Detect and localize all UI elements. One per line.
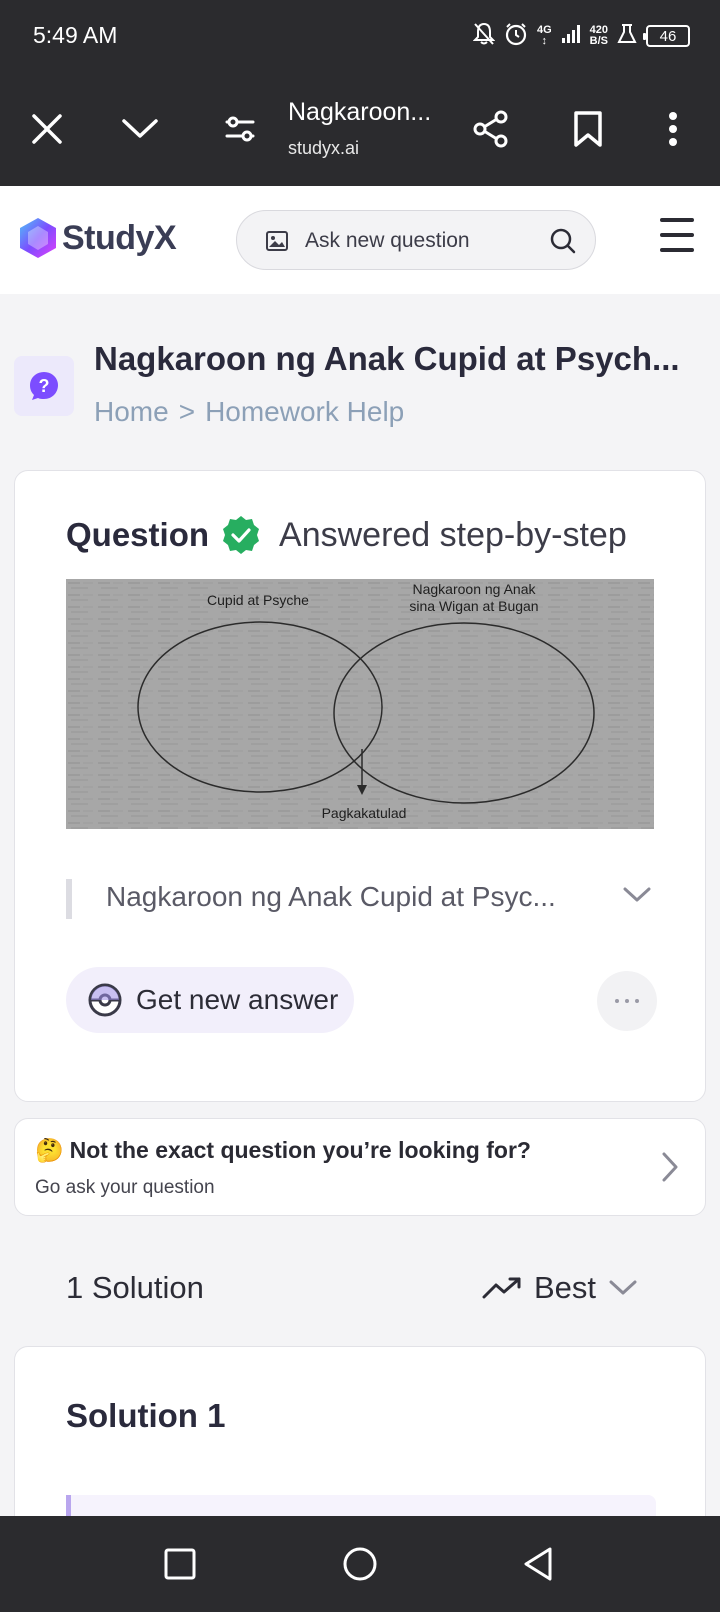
search-icon: [550, 228, 576, 254]
ask-question-card[interactable]: 🤔 Not the exact question you’re looking …: [14, 1118, 706, 1216]
ask-question-title: Not the exact question you’re looking fo…: [69, 1137, 531, 1163]
status-time: 5:49 AM: [33, 22, 118, 48]
question-bubble-icon: ?: [30, 372, 58, 400]
studyx-logo[interactable]: StudyX: [18, 216, 177, 260]
alarm-icon: [504, 22, 528, 51]
image-label-left: Cupid at Psyche: [207, 592, 309, 608]
hamburger-line: [660, 248, 694, 252]
collapse-button[interactable]: [115, 104, 165, 154]
bookmark-button[interactable]: [563, 104, 613, 154]
ask-question-subtitle: Go ask your question: [35, 1177, 215, 1198]
more-vertical-icon: [669, 112, 677, 146]
question-heading: Question Answered step-by-step: [66, 515, 627, 555]
more-options-button[interactable]: [648, 104, 698, 154]
circle-icon: [343, 1547, 377, 1581]
system-nav-bar: [0, 1516, 720, 1612]
share-button[interactable]: [466, 104, 516, 154]
close-icon: [32, 114, 62, 144]
breadcrumb: Home > Homework Help: [94, 396, 404, 428]
question-text-toggle[interactable]: Nagkaroon ng Anak Cupid at Psyc...: [66, 879, 656, 919]
dot: [615, 999, 619, 1003]
page-settings-button[interactable]: [215, 104, 265, 154]
flask-icon: [617, 23, 637, 50]
hamburger-line: [660, 233, 694, 237]
search-placeholder: Ask new question: [305, 229, 470, 252]
chevron-down-icon: [609, 1280, 637, 1295]
chevron-down-icon: [122, 119, 158, 138]
logo-text: StudyX: [62, 218, 177, 257]
verified-badge-icon: [223, 516, 260, 554]
image-upload-icon: [266, 231, 288, 251]
get-new-answer-button[interactable]: Get new answer: [66, 967, 354, 1033]
trending-up-icon: [482, 1277, 521, 1299]
question-card: Question Answered step-by-step Cupid at …: [14, 470, 706, 1102]
status-bar: 5:49 AM 4G ↕ 420 B/S 46: [0, 0, 720, 72]
battery-indicator: 46: [643, 25, 690, 47]
status-icons: 4G ↕ 420 B/S 46: [472, 20, 690, 52]
browser-page-title: Nagkaroon...: [288, 98, 432, 126]
sort-label: Best: [533, 1270, 596, 1305]
image-label-right-1: Nagkaroon ng Anak: [413, 581, 537, 597]
ask-question-title-row: 🤔 Not the exact question you’re looking …: [35, 1137, 531, 1164]
breadcrumb-home[interactable]: Home: [94, 396, 169, 428]
mute-bell-icon: [472, 22, 496, 51]
close-button[interactable]: [22, 104, 72, 154]
browser-url[interactable]: studyx.ai: [288, 138, 359, 159]
ai-orb-icon: [88, 983, 122, 1017]
chevron-down-icon: [623, 887, 651, 902]
chevron-right-icon: [662, 1152, 678, 1182]
menu-button[interactable]: [660, 218, 694, 258]
share-icon: [473, 110, 508, 148]
back-button[interactable]: [518, 1544, 558, 1584]
question-label: Question: [66, 516, 210, 553]
signal-icon: [561, 24, 581, 49]
sort-dropdown[interactable]: Best: [482, 1270, 638, 1306]
tune-icon: [225, 116, 255, 142]
solution-count: 1 Solution: [66, 1270, 204, 1305]
solution-title: Solution 1: [66, 1397, 226, 1434]
get-new-answer-label: Get new answer: [136, 984, 339, 1015]
site-header: StudyX Ask new question: [0, 186, 720, 294]
question-status: Answered step-by-step: [279, 515, 627, 554]
question-text-preview: Nagkaroon ng Anak Cupid at Psyc...: [106, 881, 556, 912]
square-icon: [164, 1548, 196, 1580]
breadcrumb-homework-help[interactable]: Homework Help: [205, 396, 404, 428]
question-badge: ?: [14, 356, 74, 416]
net-speed: 420 B/S: [589, 24, 608, 47]
page-title: Nagkaroon ng Anak Cupid at Psych...: [94, 340, 680, 377]
bookmark-icon: [574, 111, 602, 147]
question-more-button[interactable]: [597, 971, 657, 1031]
studyx-logo-icon: [20, 218, 56, 258]
recents-button[interactable]: [160, 1544, 200, 1584]
venn-diagram-image: Cupid at Psyche Nagkaroon ng Anak sina W…: [66, 579, 654, 829]
thinking-emoji-icon: 🤔: [35, 1137, 64, 1163]
image-label-right-2: sina Wigan at Bugan: [409, 598, 538, 614]
dot: [625, 999, 629, 1003]
svg-text:?: ?: [39, 376, 50, 396]
home-button[interactable]: [340, 1544, 380, 1584]
network-type: 4G ↕: [536, 24, 552, 47]
search-input[interactable]: Ask new question: [236, 210, 596, 270]
question-image[interactable]: Cupid at Psyche Nagkaroon ng Anak sina W…: [66, 579, 654, 829]
breadcrumb-separator: >: [178, 396, 196, 427]
image-label-bottom: Pagkakatulad: [322, 805, 407, 821]
triangle-back-icon: [524, 1547, 552, 1581]
hamburger-line: [660, 218, 694, 222]
browser-toolbar: Nagkaroon... studyx.ai: [0, 72, 720, 186]
dot: [635, 999, 639, 1003]
